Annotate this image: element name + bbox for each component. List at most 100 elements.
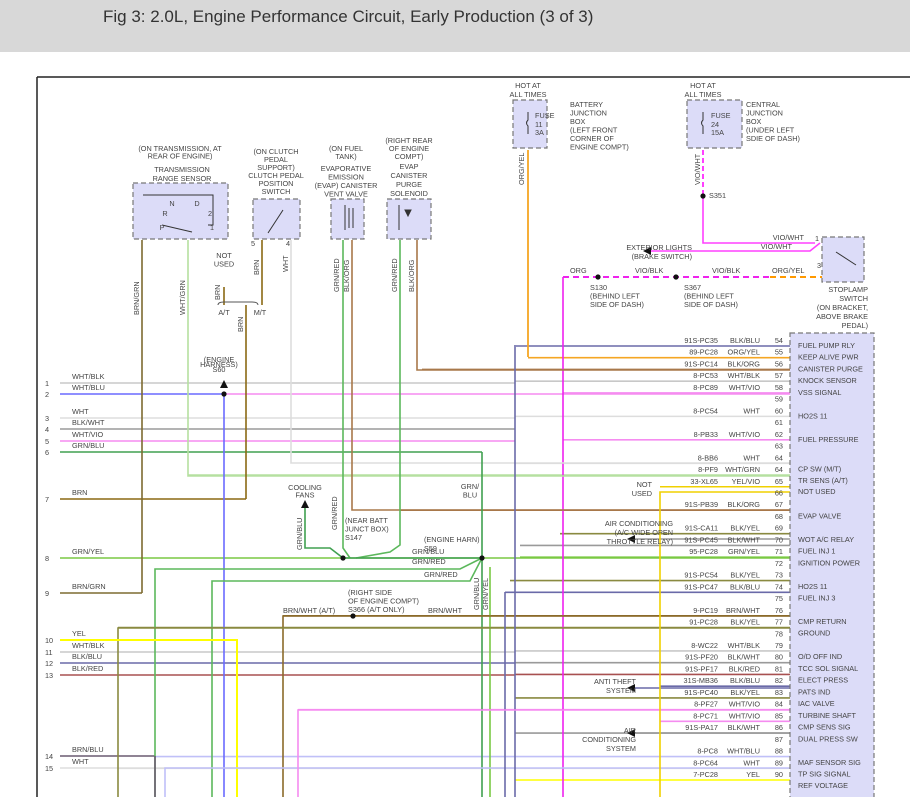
pin-number: 60 [775,406,783,415]
component-name: SWITCH [262,187,291,196]
pcm-function-label: TURBINE SHAFT [798,711,857,720]
wire-color-label: WHT [743,758,760,767]
circuit-number: 91S-PB39 [685,500,718,509]
pin-number: 57 [775,371,783,380]
wire-color-label: WHT [743,453,760,462]
wire-color-label: BLK/ORG [728,500,761,509]
row-number: 2 [45,390,49,399]
label: GRN/RED [332,258,341,292]
component-name: SOLENOID [390,189,428,198]
wire-color-label: WHT/VIO [729,430,761,439]
fuse-label: FUSE [535,111,555,120]
row-number: 10 [45,636,53,645]
destination-label: SYSTEM [606,744,636,753]
wire-color-label: BLK/YEL [730,688,760,697]
wire-color-label: BLK/ORG [728,359,761,368]
label: 1 [210,223,214,232]
circuit-number: 9-PC19 [693,606,718,615]
destination-label: EXTERIOR LIGHTS [626,243,692,252]
wire-color-label: ORG/YEL [728,348,760,357]
hot-label: HOT AT [515,81,541,90]
circuit-number: 89-PC28 [689,348,718,357]
wire-color-label: BLK/WHT [728,653,761,662]
wire-color-label: BRN/WHT [726,606,761,615]
s367-dot [673,274,679,280]
fuse-label: FUSE [711,111,731,120]
wire-grn-red-h1 [154,557,483,797]
splice-label: S351 [709,191,726,200]
component-name: CANISTER [391,171,428,180]
circuit-number: 8-PC71 [693,711,718,720]
row-number: 1 [45,379,49,388]
stoplamp-switch [821,236,865,283]
pin-number: 90 [775,770,783,779]
row-number: 3 [45,414,49,423]
circuit-number: 91S-PC14 [684,359,718,368]
pcm-function-label: CMP RETURN [798,617,847,626]
splice-label: S366 (A/T ONLY) [348,605,405,614]
row-number: 12 [45,659,53,668]
label: GRN/RED [330,496,339,530]
s366-dot [350,613,356,619]
circuit-number: 8-PC8 [697,747,718,756]
splice-label: SIDE OF DASH) [684,300,738,309]
pcm-function-label: KNOCK SENSOR [798,376,857,385]
label: BRN/WHT (A/T) [283,606,335,615]
row-number: 9 [45,589,49,598]
wire-color-label: BLK/RED [729,664,760,673]
component-location: REAR OF ENGINE) [148,152,213,161]
pin-number: 72 [775,559,783,568]
pin-number: 83 [775,688,783,697]
label: GRN/RED [390,258,399,292]
destination-label: FANS [295,491,314,500]
pcm-function-label: FUEL PRESSURE [798,435,859,444]
wire-color-label: BLK/BLU [730,676,760,685]
row-number: 4 [45,425,49,434]
wire-color-label: BLK/WHT [728,535,761,544]
wire-color-label: BLK/WHT [72,418,105,427]
destination-label: (BRAKE SWITCH) [632,252,692,261]
pin-number: 80 [775,653,783,662]
wiring-diagram: 91S-PC35 BLK/BLU 5489-PC28 ORG/YEL 5591S-PC1… [36,76,910,797]
component-name: PEDAL) [842,321,868,330]
row-number: 6 [45,448,49,457]
wire-color-label: GRN/BLU [72,441,104,450]
circuit-number: 8-PC54 [693,406,718,415]
component-name: EVAP [400,162,419,171]
pin-number: 1 [815,234,819,243]
label: BLK/ORG [407,259,416,292]
label: BRN/WHT [428,606,463,615]
pin-number: 84 [775,700,783,709]
label: M/T [254,308,267,317]
cooling-fans-arrow-icon [301,500,309,508]
component-name: TRANSMISSION [154,165,210,174]
pcm-function-label: O/D OFF IND [798,652,842,661]
pcm-function-label: NOT USED [798,487,836,496]
pcm-function-label: CP SW (M/T) [798,465,841,474]
wire-color-label: BLK/YEL [730,524,760,533]
pin-number: 5 [251,239,255,248]
component-name: VENT VALVE [324,190,368,199]
splice-label: SIDE OF DASH) [590,300,644,309]
pin-number: 79 [775,641,783,650]
component-name: ABOVE BRAKE [816,312,868,321]
label: D [194,199,199,208]
circuit-number: 8-PF9 [698,465,718,474]
pcm-function-label: FUEL PUMP RLY [798,341,855,350]
pin-number: 62 [775,430,783,439]
label: VIO/BLK [635,266,664,275]
wire-yel-vio [659,491,790,797]
wire-color-label: WHT/BLK [728,641,761,650]
label: GRN/YEL [481,578,490,610]
circuit-number: 91S-PA17 [685,723,718,732]
label: ORG [570,266,587,275]
circuit-number: 91S-PF17 [685,664,718,673]
destination-label: CONDITIONING [582,735,636,744]
pin-number: 68 [775,512,783,521]
wire-color-label: GRN/YEL [728,547,760,556]
wire-color-label: YEL [72,629,86,638]
circuit-number: 91S-PC40 [684,688,718,697]
row-number: 14 [45,752,53,761]
pin-number: 66 [775,488,783,497]
pcm-function-label: KEEP ALIVE PWR [798,353,859,362]
